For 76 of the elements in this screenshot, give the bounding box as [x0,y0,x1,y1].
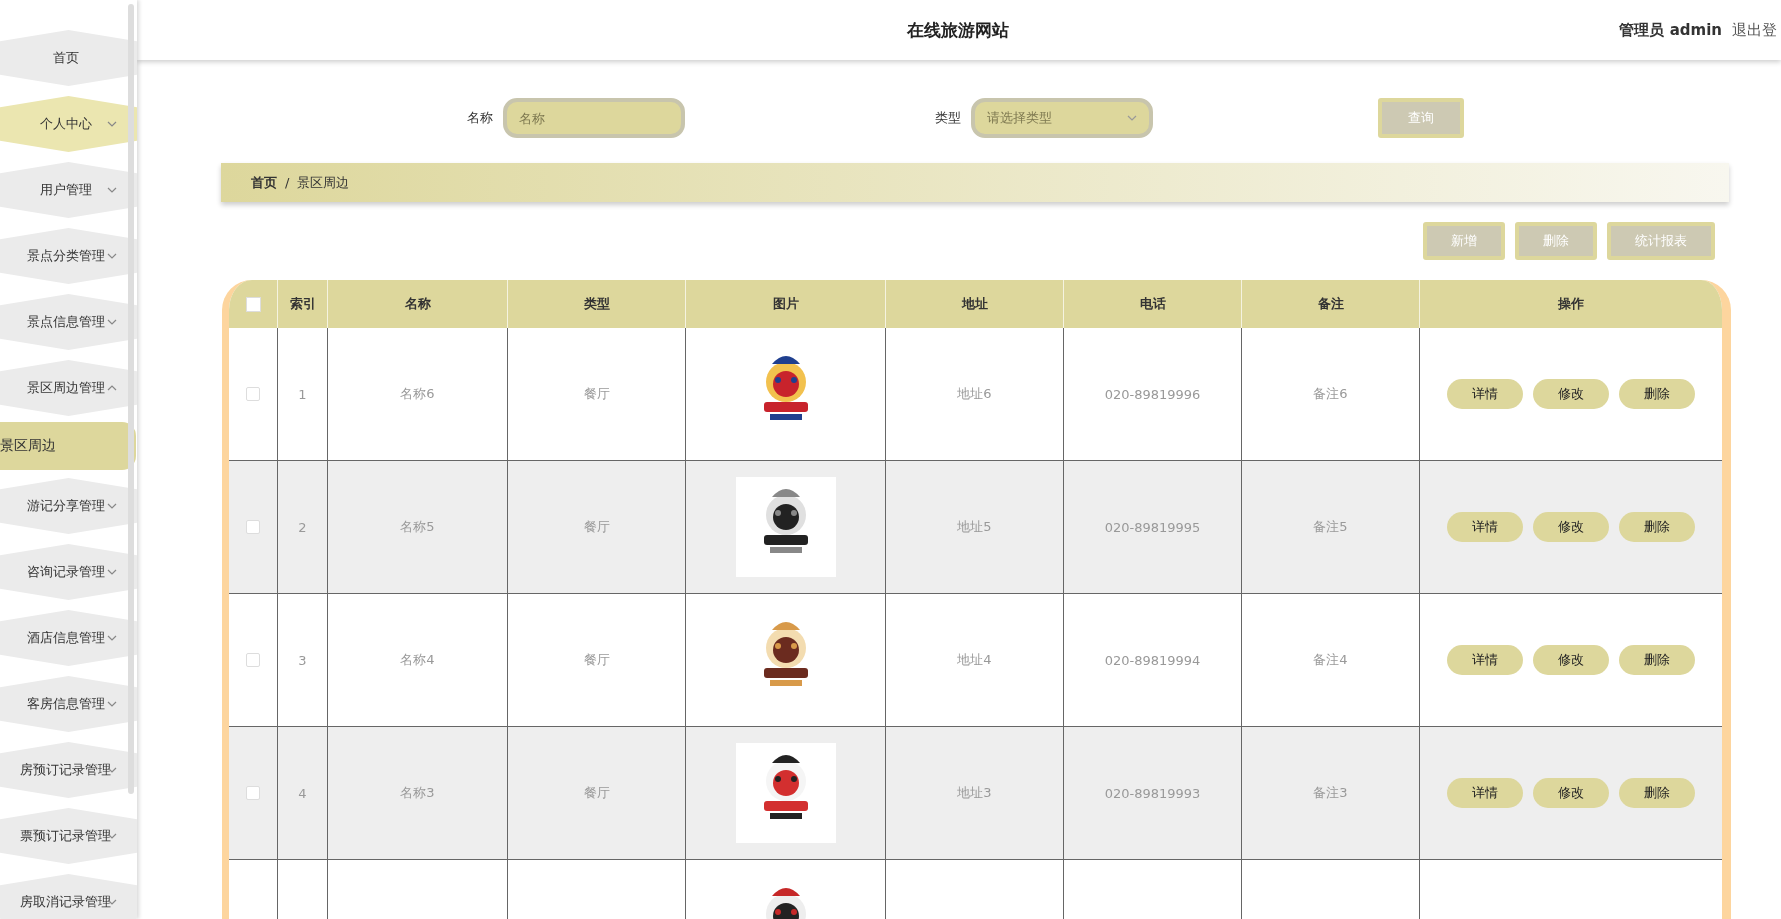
chevron-icon [1127,115,1137,121]
row-action-button[interactable]: 详情 [1447,379,1523,410]
chevron-icon [107,701,117,707]
chevron-icon [107,121,117,127]
sidebar-item[interactable]: 房取消记录管理 [0,874,137,919]
table-cell: 地址4 [886,594,1064,727]
chevron-icon [107,187,117,193]
table-cell: 020-89819995 [1064,461,1242,594]
row-action-button[interactable]: 删除 [1619,645,1695,676]
table-cell: 餐厅 [508,328,686,461]
row-checkbox[interactable] [246,653,260,668]
chevron-icon [107,319,117,325]
chevron-icon [107,569,117,575]
table-cell: 020-89819996 [1064,328,1242,461]
row-action-button[interactable]: 修改 [1533,512,1609,543]
site-title: 在线旅游网站 [906,18,1011,42]
breadcrumb-separator: / [285,175,290,191]
sidebar-item[interactable]: 用户管理 [0,162,137,218]
table-cell: 地址6 [886,328,1064,461]
table-cell: 4 [278,727,328,860]
table-cell: 备注5 [1242,461,1420,594]
sidebar-item[interactable]: 酒店信息管理 [0,610,137,666]
sidebar-subitem[interactable]: 景区周边 [0,422,136,470]
sidebar-item[interactable]: 景点分类管理 [0,228,137,284]
row-checkbox[interactable] [246,786,260,801]
sidebar-item[interactable]: 客房信息管理 [0,676,137,732]
name-field[interactable]: 名称 [503,98,685,138]
admin-name: 管理员 admin [1619,20,1722,40]
column-header: 操作 [1557,295,1585,314]
sidebar-item[interactable]: 景点信息管理 [0,294,137,350]
table-cell: 1 [278,328,328,461]
chevron-icon [107,385,117,391]
table-cell: 地址3 [886,727,1064,860]
row-action-button[interactable]: 修改 [1533,379,1609,410]
table-cell: 备注3 [1242,727,1420,860]
sidebar-item[interactable]: 房预订记录管理 [0,742,137,798]
sidebar-item[interactable]: 票预订记录管理 [0,808,137,864]
select-all-checkbox[interactable] [245,296,261,312]
sidebar-item[interactable]: 首页 [0,30,137,86]
row-action-button[interactable]: 详情 [1447,512,1523,543]
table-cell: 名称5 [328,461,508,594]
sidebar-item[interactable]: 咨询记录管理 [0,544,137,600]
sidebar-item[interactable]: 游记分享管理 [0,478,137,534]
table-cell: 备注6 [1242,328,1420,461]
table-cell: 餐厅 [508,461,686,594]
breadcrumb-item[interactable]: 首页 [251,173,277,192]
table-cell: 3 [278,594,328,727]
name-label: 名称 [467,109,493,127]
row-action-button[interactable]: 修改 [1533,645,1609,676]
table-cell: 名称4 [328,594,508,727]
chevron-icon [107,635,117,641]
type-label: 类型 [935,109,961,127]
row-action-button[interactable]: 删除 [1619,778,1695,809]
sidebar-item[interactable]: 个人中心 [0,96,137,152]
table-cell: 备注4 [1242,594,1420,727]
sidebar-item[interactable]: 景区周边管理 [0,360,137,416]
chevron-icon [107,503,117,509]
table-cell: 020-89819993 [1064,727,1242,860]
logout-link[interactable]: 退出登 [1732,20,1777,40]
chevron-icon [107,253,117,259]
table-cell: 名称6 [328,328,508,461]
row-checkbox[interactable] [246,520,260,535]
row-action-button[interactable]: 删除 [1619,512,1695,543]
row-action-button[interactable]: 详情 [1447,778,1523,809]
table-cell: 地址5 [886,461,1064,594]
scrollbar[interactable] [128,4,134,794]
table-cell: 餐厅 [508,727,686,860]
table-cell: 020-89819994 [1064,594,1242,727]
row-action-button[interactable]: 修改 [1533,778,1609,809]
row-action-button[interactable]: 详情 [1447,645,1523,676]
row-action-button[interactable]: 删除 [1619,379,1695,410]
breadcrumb-item: 景区周边 [297,173,350,192]
table-cell: 2 [278,461,328,594]
table-cell: 餐厅 [508,594,686,727]
row-checkbox[interactable] [246,387,260,402]
table-cell: 名称3 [328,727,508,860]
